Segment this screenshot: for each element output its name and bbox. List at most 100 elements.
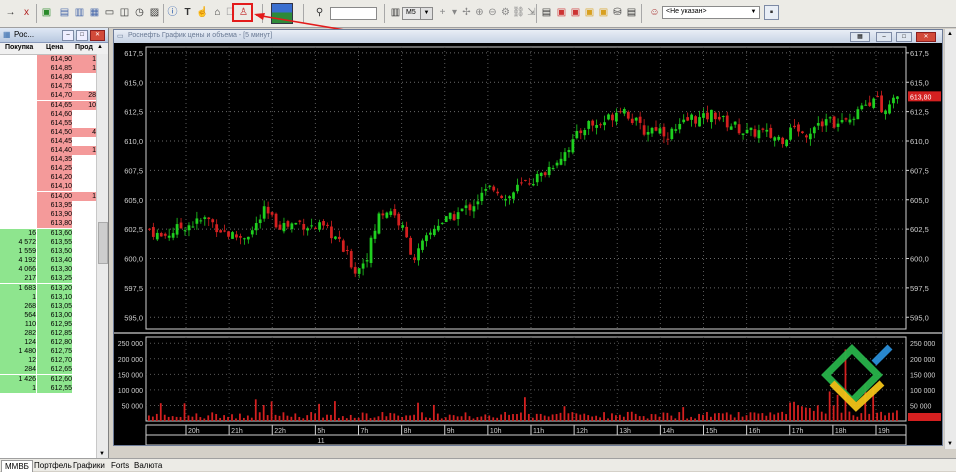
- ask-row[interactable]: 614,35: [0, 155, 96, 165]
- ask-row[interactable]: 614,25: [0, 164, 96, 174]
- bid-row[interactable]: 282 612,85: [0, 329, 96, 338]
- ask-row[interactable]: 614,10: [0, 182, 96, 192]
- trader-select[interactable]: <Не указан> ▼: [662, 6, 760, 19]
- folder-icon[interactable]: ▣: [583, 6, 596, 19]
- order-list-icon[interactable]: ▣: [555, 6, 568, 19]
- bid-row[interactable]: 284 612,65: [0, 365, 96, 375]
- chart-window-icon[interactable]: ▭: [103, 6, 116, 19]
- hand-icon[interactable]: ☝: [196, 6, 209, 19]
- grid-toggle-button[interactable]: ▦: [850, 32, 870, 42]
- link-icon[interactable]: ⛓: [512, 6, 525, 19]
- chart-scrollbar[interactable]: ▲ ▼: [944, 29, 956, 449]
- table-icon[interactable]: ▤: [58, 6, 71, 19]
- database-icon[interactable]: ⛁: [611, 6, 624, 19]
- ask-row[interactable]: 614,80: [0, 73, 96, 83]
- tab-charts[interactable]: Графики: [70, 460, 108, 471]
- minimize-button[interactable]: –: [62, 30, 74, 41]
- tab-mmvb[interactable]: ММВБ: [1, 460, 33, 472]
- ask-row[interactable]: 614,20: [0, 173, 96, 183]
- bid-row[interactable]: 1 480 612,75: [0, 347, 96, 357]
- maximize-button[interactable]: □: [896, 32, 912, 42]
- tab-portfolio[interactable]: Портфель: [31, 460, 75, 471]
- volume-bar: [725, 412, 728, 421]
- add-window-icon[interactable]: ▣: [40, 6, 53, 19]
- info-icon[interactable]: ⓘ: [166, 6, 179, 19]
- bid-row[interactable]: 16 613,60: [0, 228, 96, 238]
- close-button[interactable]: ✕: [916, 32, 936, 42]
- timeframe-select[interactable]: M5 ▼: [402, 7, 433, 20]
- list-icon[interactable]: ▥: [73, 6, 86, 19]
- ask-row[interactable]: 613,90: [0, 209, 96, 219]
- ask-row[interactable]: 614,60: [0, 109, 96, 119]
- sell-column-header[interactable]: Прод: [75, 44, 93, 51]
- ask-row[interactable]: 614,70 28: [0, 91, 96, 101]
- journal-icon[interactable]: ▤: [625, 6, 638, 19]
- price-column-header[interactable]: Цена: [46, 44, 63, 51]
- search-icon[interactable]: ⚲: [313, 6, 326, 19]
- ask-row[interactable]: 614,90 1: [0, 55, 96, 64]
- text-tool-icon[interactable]: T: [181, 6, 194, 19]
- ask-row[interactable]: 613,95: [0, 200, 96, 210]
- minimize-button[interactable]: –: [876, 32, 892, 42]
- trade-list-icon[interactable]: ▣: [569, 6, 582, 19]
- bid-row[interactable]: 110 612,95: [0, 319, 96, 329]
- search-window-icon[interactable]: ◫: [118, 6, 131, 19]
- lock-icon[interactable]: ⌂: [211, 6, 224, 19]
- zoom-in-icon[interactable]: ⊕: [473, 6, 486, 19]
- bid-row[interactable]: 1 559 613,50: [0, 247, 96, 257]
- trader-icon[interactable]: ☺: [648, 6, 661, 19]
- bid-row[interactable]: 1 426 612,60: [0, 374, 96, 384]
- briefcase-icon[interactable]: ▤: [540, 6, 553, 19]
- ask-sell-cell: 1: [72, 64, 96, 74]
- bid-row[interactable]: 1 683 613,20: [0, 283, 96, 293]
- crosshair-icon[interactable]: ✢: [460, 6, 473, 19]
- bid-row[interactable]: 4 192 613,40: [0, 256, 96, 266]
- landscape-picture-icon[interactable]: [271, 3, 293, 24]
- ask-row[interactable]: 614,75: [0, 82, 96, 92]
- ask-row[interactable]: 614,85 1: [0, 64, 96, 74]
- scroll-up-icon[interactable]: ▲: [947, 31, 953, 37]
- candles-icon[interactable]: ▥: [389, 6, 402, 19]
- ask-row[interactable]: 613,80: [0, 218, 96, 228]
- tab-forts[interactable]: Forts: [108, 460, 132, 471]
- bid-row[interactable]: 564 613,00: [0, 310, 96, 320]
- ask-row[interactable]: 614,50 4: [0, 127, 96, 137]
- scroll-up-icon[interactable]: ▲: [97, 44, 103, 50]
- bid-row[interactable]: 4 066 613,30: [0, 265, 96, 275]
- chevron-down-icon[interactable]: ▼: [748, 7, 759, 18]
- maximize-button[interactable]: □: [76, 30, 88, 41]
- window-icon[interactable]: ▦: [88, 6, 101, 19]
- bid-row[interactable]: 1 613,10: [0, 292, 96, 302]
- order-book-scrollbar[interactable]: ▼: [96, 54, 108, 458]
- calendar-window-icon[interactable]: ▨: [148, 6, 161, 19]
- zoom-out-icon[interactable]: ⊖: [486, 6, 499, 19]
- scrollbar-thumb[interactable]: [98, 222, 108, 264]
- bid-row[interactable]: 268 613,05: [0, 301, 96, 311]
- scroll-down-icon[interactable]: ▼: [947, 441, 953, 447]
- buy-column-header[interactable]: Покупка: [5, 44, 33, 51]
- ask-row[interactable]: 614,45: [0, 136, 96, 146]
- price-volume-chart[interactable]: 617,5 617,5 615,0 615,0 612,5 612,5 610,0 610,0…: [114, 43, 942, 445]
- bid-row[interactable]: 4 572 613,55: [0, 238, 96, 247]
- x-icon[interactable]: x: [20, 6, 33, 19]
- folder-open-icon[interactable]: ▣: [597, 6, 610, 19]
- bid-row[interactable]: 217 613,25: [0, 274, 96, 284]
- chevron-down-icon[interactable]: ▼: [420, 8, 432, 19]
- apply-button-icon[interactable]: ▪: [764, 5, 779, 20]
- ask-row[interactable]: 614,55: [0, 118, 96, 128]
- clock-window-icon[interactable]: ◷: [133, 6, 146, 19]
- search-input[interactable]: [330, 7, 377, 20]
- settings-icon[interactable]: ⚙: [499, 6, 512, 19]
- bid-buy-cell: 12: [0, 356, 36, 366]
- tab-currency[interactable]: Валюта: [131, 460, 165, 471]
- bid-row[interactable]: 124 612,80: [0, 338, 96, 348]
- candle-body: [808, 133, 812, 140]
- close-button[interactable]: ✕: [90, 30, 105, 41]
- ask-row[interactable]: 614,00 1: [0, 191, 96, 201]
- ask-row[interactable]: 614,40 1: [0, 146, 96, 155]
- bid-row[interactable]: 12 612,70: [0, 356, 96, 366]
- bid-row[interactable]: 1 612,55: [0, 383, 96, 393]
- ask-row[interactable]: 614,65 10: [0, 100, 96, 110]
- scroll-down-icon[interactable]: ▼: [99, 451, 105, 457]
- arrow-right-icon[interactable]: →: [4, 6, 17, 19]
